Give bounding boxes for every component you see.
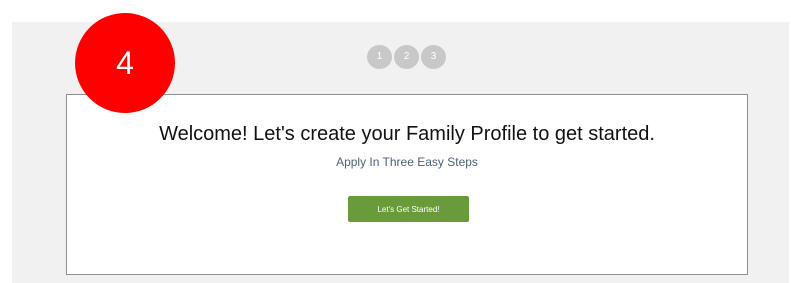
annotation-step-badge: 4 xyxy=(75,13,175,113)
page: 1 2 3 Welcome! Let's create your Family … xyxy=(0,0,791,283)
get-started-button[interactable]: Let's Get Started! xyxy=(348,196,469,222)
welcome-subtitle: Apply In Three Easy Steps xyxy=(336,155,478,169)
welcome-headline: Welcome! Let's create your Family Profil… xyxy=(159,123,655,145)
step-3-indicator: 3 xyxy=(421,45,446,69)
welcome-card: Welcome! Let's create your Family Profil… xyxy=(66,94,748,275)
step-1-indicator: 1 xyxy=(367,45,392,69)
step-2-indicator: 2 xyxy=(394,45,419,69)
step-indicator: 1 2 3 xyxy=(367,45,446,69)
